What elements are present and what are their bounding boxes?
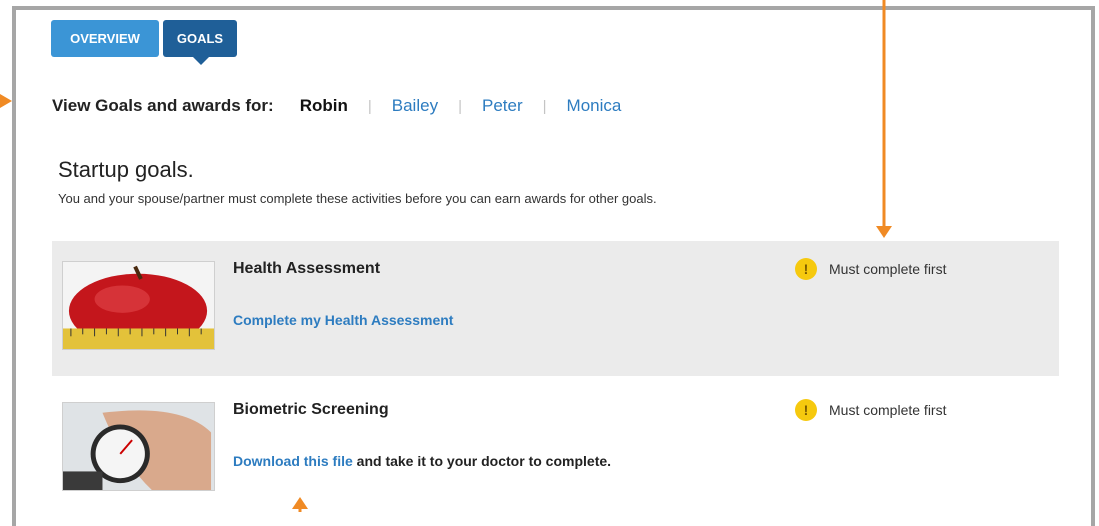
view-goals-label: View Goals and awards for: (52, 96, 274, 115)
view-goals-row: View Goals and awards for: Robin | Baile… (52, 94, 621, 118)
blood-pressure-gauge-image (62, 402, 215, 491)
goal-row-biometric-screening: Biometric Screening Download this file a… (52, 382, 1059, 517)
orange-arrow-icon (876, 0, 892, 238)
apple-tape-measure-image (62, 261, 215, 350)
status-text: Must complete first (829, 261, 947, 277)
complete-health-assessment-link[interactable]: Complete my Health Assessment (233, 312, 453, 328)
warning-icon: ! (795, 258, 817, 280)
tab-goals[interactable]: GOALS (163, 20, 237, 65)
download-file-link[interactable]: Download this file (233, 453, 353, 469)
biometric-instructions: Download this file and take it to your d… (233, 453, 611, 469)
orange-arrow-icon (292, 497, 308, 512)
separator: | (458, 97, 462, 115)
member-robin[interactable]: Robin (300, 96, 348, 116)
section-title: Startup goals. (58, 157, 194, 182)
status-badge: ! Must complete first (795, 399, 946, 421)
separator: | (542, 97, 547, 115)
separator: | (367, 97, 372, 115)
status-text: Must complete first (829, 402, 947, 418)
section-subtitle: You and your spouse/partner must complet… (58, 191, 657, 206)
warning-icon: ! (795, 399, 817, 421)
instruction-text: and take it to your doctor to complete. (352, 453, 612, 469)
tab-overview[interactable]: OVERVIEW (51, 20, 159, 57)
member-bailey[interactable]: Bailey (392, 96, 438, 116)
goal-title: Biometric Screening (233, 401, 389, 418)
goal-title: Health Assessment (233, 260, 381, 277)
member-peter[interactable]: Peter (482, 96, 523, 116)
orange-arrow-icon (0, 94, 12, 108)
status-badge: ! Must complete first (795, 258, 946, 280)
goal-row-health-assessment: Health Assessment Complete my Health Ass… (52, 241, 1059, 376)
member-monica[interactable]: Monica (567, 96, 622, 116)
